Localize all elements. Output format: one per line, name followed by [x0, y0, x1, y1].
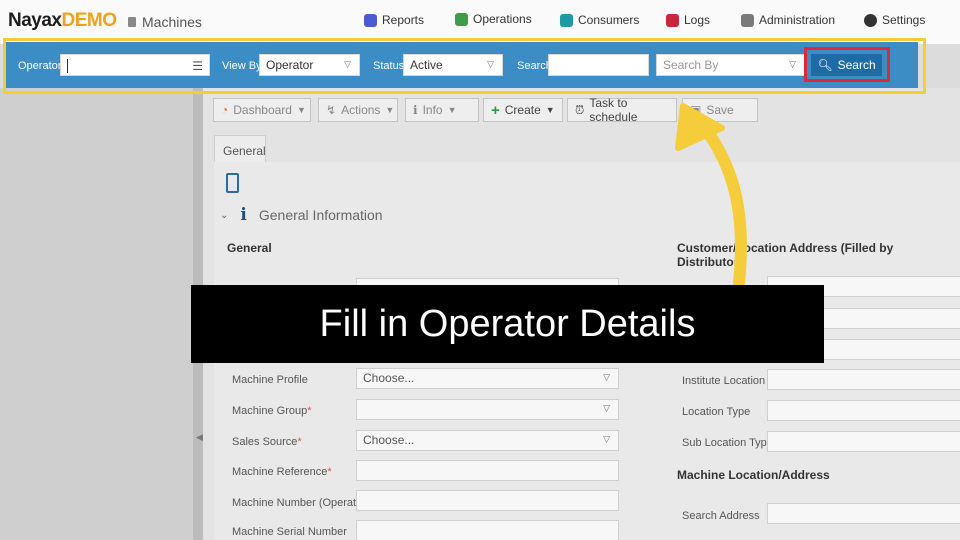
consumers-icon	[560, 13, 573, 27]
nav-logs[interactable]: Logs	[666, 13, 710, 27]
machine-small-icon	[128, 17, 136, 27]
machine-reference-input[interactable]	[356, 460, 619, 481]
sub-location-type-label: Sub Location Type	[682, 437, 773, 449]
settings-icon	[864, 13, 877, 27]
chevron-down-icon: ▽	[603, 372, 610, 382]
instruction-banner: Fill in Operator Details	[191, 285, 824, 363]
operations-icon	[455, 12, 468, 26]
machine-profile-label: Machine Profile	[232, 374, 308, 386]
location-type-input[interactable]	[767, 400, 960, 421]
machine-serial-input[interactable]	[356, 520, 619, 540]
machine-group-select[interactable]: ▽	[356, 399, 619, 420]
nav-operations[interactable]: Operations	[455, 12, 532, 26]
save-icon: ▣	[690, 103, 702, 117]
machine-profile-select[interactable]: Choose... ▽	[356, 368, 619, 389]
create-button[interactable]: + Create ▼	[483, 98, 563, 122]
left-tree-panel	[0, 88, 193, 540]
pie-chart-icon: ◔	[221, 103, 229, 117]
chevron-down-icon: ▽	[603, 434, 610, 444]
task-to-schedule-button[interactable]: ⏰︎ Task to schedule	[567, 96, 677, 124]
info-icon: i	[240, 205, 247, 225]
general-heading: General	[227, 241, 272, 255]
institute-location-label: Institute Location	[682, 375, 766, 387]
sales-source-select[interactable]: Choose... ▽	[356, 430, 619, 451]
machine-location-heading: Machine Location/Address	[677, 468, 830, 482]
search-address-input[interactable]	[767, 503, 960, 524]
general-information-header[interactable]: ⌄ i General Information	[220, 205, 383, 225]
nav-settings[interactable]: Settings	[864, 13, 925, 27]
chevron-down-icon: ▼	[545, 105, 555, 115]
logs-icon	[666, 13, 679, 27]
machine-number-input[interactable]	[356, 490, 619, 511]
institute-location-input[interactable]	[767, 369, 960, 390]
search-button-highlight	[804, 47, 890, 82]
search-address-label: Search Address	[682, 510, 760, 522]
chevron-down-icon: ▼	[447, 105, 457, 115]
location-type-label: Location Type	[682, 406, 751, 418]
actions-button[interactable]: ↯ Actions ▼	[318, 98, 398, 122]
machine-number-label: Machine Number (Operator)	[232, 497, 370, 509]
save-button[interactable]: ▣ Save	[682, 98, 758, 122]
nav-administration[interactable]: Administration	[741, 13, 835, 27]
chevron-down-icon: ▼	[385, 105, 395, 115]
administration-icon	[741, 13, 754, 27]
dashboard-button[interactable]: ◔ Dashboard ▼	[213, 98, 311, 122]
search-toolbar-highlight	[3, 38, 926, 94]
section-title: Machines	[128, 14, 202, 30]
machine-serial-label: Machine Serial Number	[232, 526, 347, 538]
nav-reports[interactable]: Reports	[364, 13, 424, 27]
machine-reference-label: Machine Reference*	[232, 466, 332, 478]
machine-group-label: Machine Group*	[232, 405, 312, 417]
sub-location-type-input[interactable]	[767, 431, 960, 452]
customer-location-heading: Customer/Location Address (Filled by Dis…	[677, 241, 894, 269]
chevron-down-icon: ▼	[296, 105, 306, 115]
info-icon: ℹ	[413, 103, 418, 117]
plus-icon: +	[491, 101, 500, 119]
collapse-arrow-icon[interactable]: ◀	[196, 432, 203, 443]
bolt-icon: ↯	[326, 103, 337, 117]
info-button[interactable]: ℹ Info ▼	[405, 98, 479, 122]
tab-general[interactable]: General	[214, 135, 266, 163]
nav-consumers[interactable]: Consumers	[560, 13, 639, 27]
reports-icon	[364, 13, 377, 27]
sales-source-label: Sales Source*	[232, 436, 302, 448]
nayax-logo[interactable]: NayaxDEMO	[8, 10, 117, 32]
chevron-down-icon: ▽	[603, 403, 610, 413]
alarm-clock-icon: ⏰︎	[575, 102, 585, 117]
vending-machine-icon	[226, 173, 239, 193]
chevron-down-icon: ⌄	[220, 209, 229, 221]
